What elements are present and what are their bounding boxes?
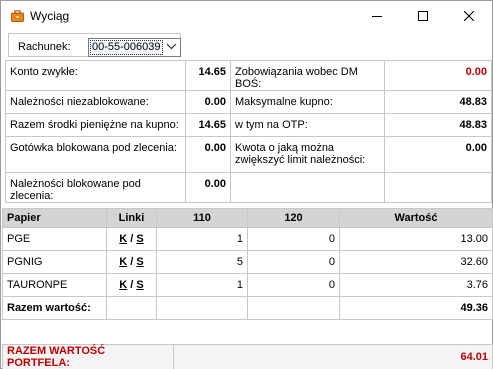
security-value: 3.76 — [339, 273, 493, 297]
briefcase-icon — [11, 10, 24, 22]
table-header-row: Papier Linki 110 120 Wartość — [2, 208, 493, 228]
sum-label: Razem wartość: — [2, 296, 107, 320]
sell-link[interactable]: S — [136, 279, 143, 291]
empty-cell — [230, 172, 385, 203]
otp-value: 48.83 — [384, 113, 492, 137]
zobow-value: 0.00 — [384, 60, 492, 91]
close-icon — [464, 11, 474, 21]
kwota-label: Kwota o jaką można zwiększyć limit należ… — [230, 136, 385, 173]
buy-link[interactable]: K — [119, 279, 127, 291]
link-separator: / — [130, 233, 134, 245]
portfolio-total-label: RAZEM WARTOŚĆ PORTFELA: — [2, 344, 174, 369]
konto-value: 14.65 — [185, 60, 231, 91]
account-dropdown[interactable]: 00-55-006039 — [88, 38, 181, 57]
header-110[interactable]: 110 — [156, 208, 248, 228]
table-row: PGE K / S 1 0 13.00 — [2, 227, 493, 251]
empty-cell — [156, 296, 248, 320]
maximize-icon — [418, 11, 428, 21]
securities-table: Papier Linki 110 120 Wartość PGE K / S 1… — [2, 208, 493, 320]
header-wartosc[interactable]: Wartość — [339, 208, 493, 228]
empty-cell — [106, 296, 157, 320]
table-row: TAURONPE K / S 1 0 3.76 — [2, 273, 493, 297]
razem-label: Razem środki pieniężne na kupno: — [5, 113, 186, 137]
nalez-label: Należności niezablokowane: — [5, 90, 186, 114]
security-name: PGE — [2, 227, 107, 251]
header-120[interactable]: 120 — [247, 208, 340, 228]
security-links: K / S — [106, 250, 157, 274]
sum-value: 49.36 — [339, 296, 493, 320]
sell-link[interactable]: S — [136, 256, 143, 268]
qty-110: 1 — [156, 227, 248, 251]
close-button[interactable] — [446, 1, 492, 31]
maks-value: 48.83 — [384, 90, 492, 114]
security-value: 13.00 — [339, 227, 493, 251]
maks-label: Maksymalne kupno: — [230, 90, 385, 114]
qty-110: 5 — [156, 250, 248, 274]
table-row: PGNIG K / S 5 0 32.60 — [2, 250, 493, 274]
sum-row: Razem wartość: 49.36 — [2, 296, 493, 320]
statement-window: Wyciąg Rachunek: 00-55-006039 Konto zwyk… — [0, 0, 493, 369]
security-value: 32.60 — [339, 250, 493, 274]
empty-cell — [247, 296, 340, 320]
qty-120: 0 — [247, 273, 340, 297]
maximize-button[interactable] — [400, 1, 446, 31]
qty-120: 0 — [247, 250, 340, 274]
window-title: Wyciąg — [30, 9, 70, 23]
security-links: K / S — [106, 273, 157, 297]
kwota-value: 0.00 — [384, 136, 492, 173]
header-linki[interactable]: Linki — [106, 208, 157, 228]
nalblok-label: Należności blokowane pod zlecenia: — [5, 172, 186, 203]
gotowka-value: 0.00 — [185, 136, 231, 173]
buy-link[interactable]: K — [119, 256, 127, 268]
konto-label: Konto zwykłe: — [5, 60, 186, 91]
portfolio-total-value: 64.01 — [173, 344, 493, 369]
portfolio-total-table: RAZEM WARTOŚĆ PORTFELA: 64.01 — [2, 344, 493, 369]
nalblok-value: 0.00 — [185, 172, 231, 203]
account-dropdown-value: 00-55-006039 — [90, 40, 163, 55]
sell-link[interactable]: S — [136, 233, 143, 245]
qty-110: 1 — [156, 273, 248, 297]
title-bar[interactable]: Wyciąg — [1, 1, 492, 31]
link-separator: / — [130, 279, 134, 291]
security-name: TAURONPE — [2, 273, 107, 297]
link-separator: / — [130, 256, 134, 268]
account-label: Rachunek: — [18, 41, 71, 53]
minimize-button[interactable] — [354, 1, 400, 31]
nalez-value: 0.00 — [185, 90, 231, 114]
account-toolbar: Rachunek: 00-55-006039 — [5, 32, 489, 59]
razem-value: 14.65 — [185, 113, 231, 137]
buy-link[interactable]: K — [119, 233, 127, 245]
gotowka-label: Gotówka blokowana pod zlecenia: — [5, 136, 186, 173]
account-selector-group: Rachunek: 00-55-006039 — [8, 33, 181, 57]
security-links: K / S — [106, 227, 157, 251]
summary-table: Konto zwykłe: 14.65 Zobowiązania wobec D… — [5, 60, 492, 203]
zobow-label: Zobowiązania wobec DM BOŚ: — [230, 60, 385, 91]
minimize-icon — [372, 16, 382, 17]
chevron-down-icon — [166, 42, 177, 54]
security-name: PGNIG — [2, 250, 107, 274]
qty-120: 0 — [247, 227, 340, 251]
otp-label: w tym na OTP: — [230, 113, 385, 137]
empty-cell — [384, 172, 492, 203]
header-papier[interactable]: Papier — [2, 208, 107, 228]
